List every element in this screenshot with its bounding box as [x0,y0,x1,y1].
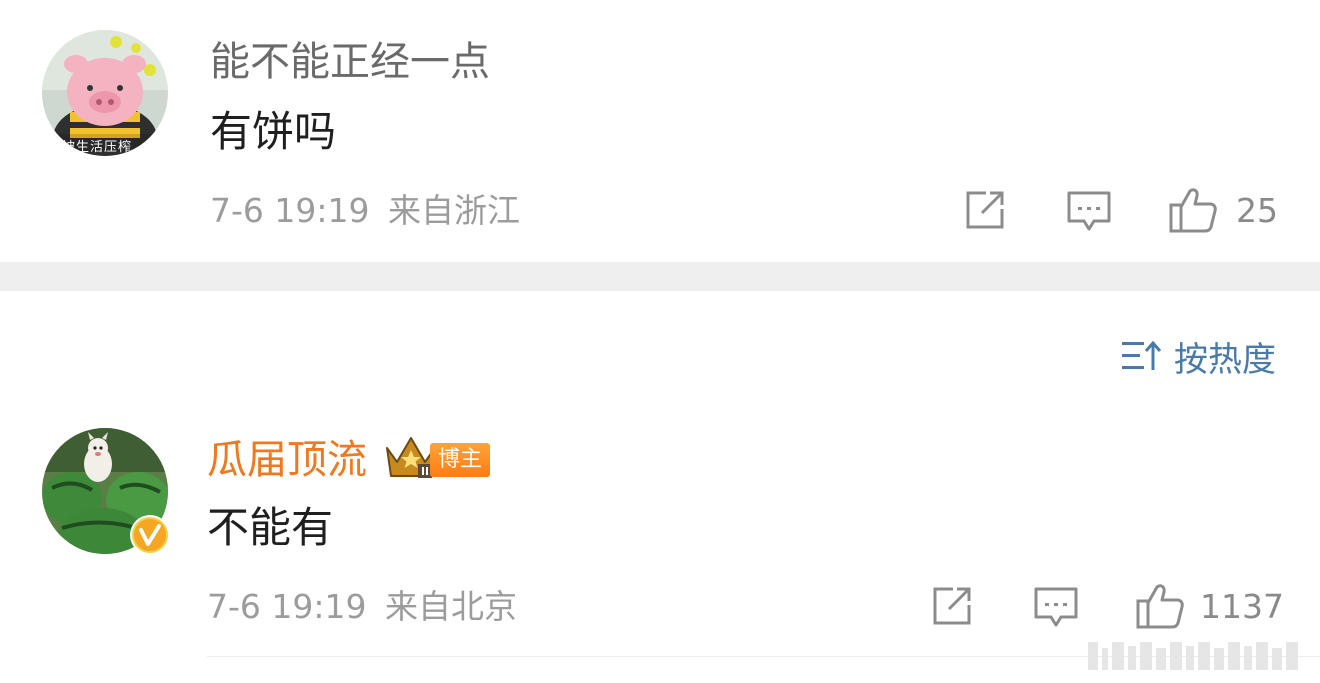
like-button[interactable] [1135,581,1185,631]
sort-label: 按热度 [1174,339,1276,380]
like-button[interactable] [1168,185,1218,235]
share-button[interactable] [929,585,973,629]
comment-icon [1034,587,1078,627]
username[interactable]: 能不能正经一点 [210,38,490,86]
sort-icon [1122,340,1162,370]
comment-location: 来自北京 [385,587,517,626]
like-count: 1137 [1200,587,1284,626]
sort-button[interactable]: 按热度 [1122,332,1276,380]
comment-time: 7-6 19:19 [210,191,370,230]
watermark [1088,638,1310,674]
comment-icon [1067,191,1111,231]
section-divider [0,262,1320,291]
comment-meta: 7-6 19:19 来自浙江 [210,191,520,231]
thumbs-up-icon [1169,188,1217,233]
blogger-badge: 博主 [430,443,491,477]
share-button[interactable] [962,189,1006,233]
share-icon [966,191,1004,229]
comment-text: 不能有 [207,503,334,552]
username[interactable]: 瓜届顶流 [207,436,367,484]
like-count: 25 [1236,191,1278,230]
comment-text: 有饼吗 [210,107,337,156]
verified-badge [130,515,170,555]
watermark-pattern [1088,642,1298,670]
share-icon [933,587,971,625]
thumbs-up-icon [1136,584,1184,629]
comment-button[interactable] [1066,189,1112,235]
verified-icon [132,517,168,553]
comment-location: 来自浙江 [388,191,520,230]
comment-button[interactable] [1033,585,1079,631]
comment-meta: 7-6 19:19 来自北京 [207,587,517,627]
avatar[interactable]: 被生活压榨 [42,30,168,156]
avatar-caption: 被生活压榨 [62,140,133,155]
comment-time: 7-6 19:19 [207,587,367,626]
